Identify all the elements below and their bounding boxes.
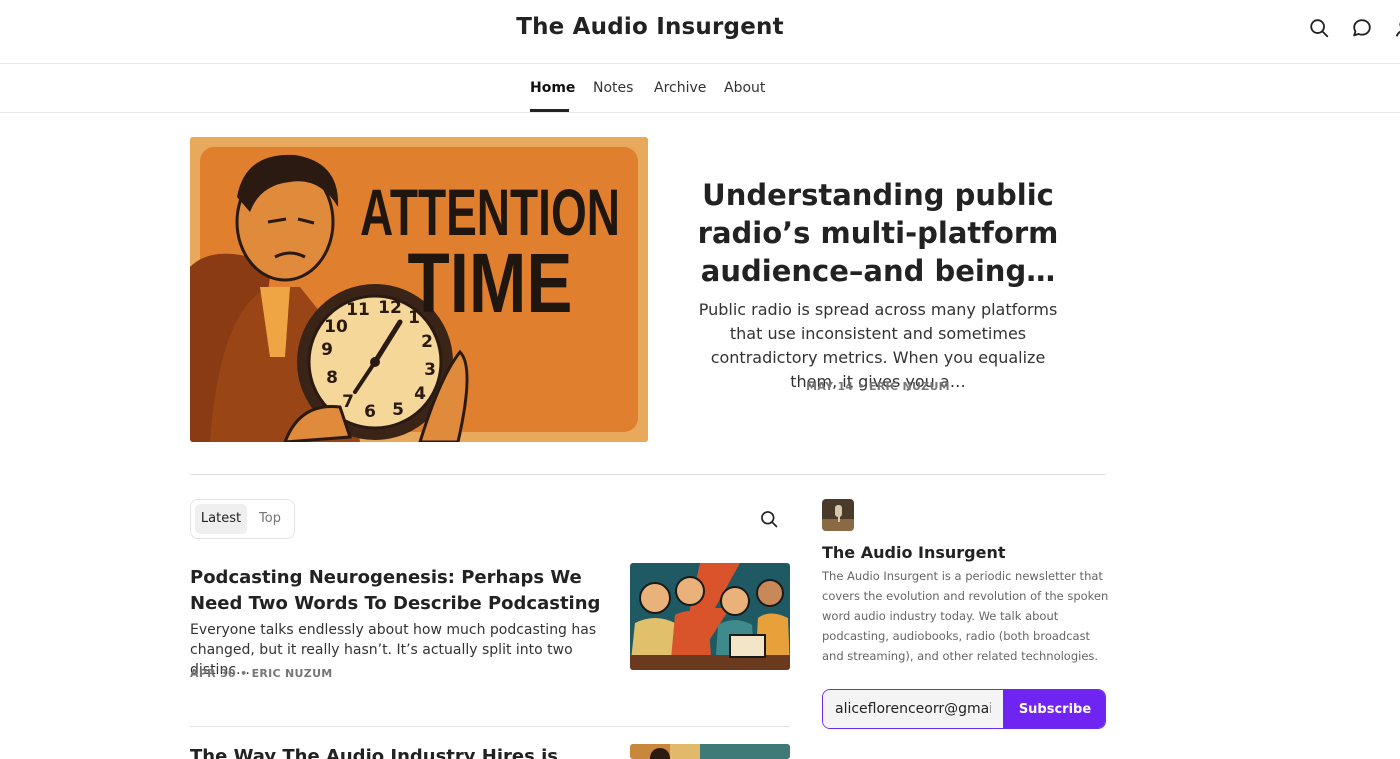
user-icon[interactable] <box>1393 17 1400 39</box>
svg-text:8: 8 <box>326 368 338 388</box>
svg-text:7: 7 <box>342 392 354 412</box>
nav-about[interactable]: About <box>724 80 765 96</box>
post-title[interactable]: Podcasting Neurogenesis: Perhaps We Need… <box>190 565 610 617</box>
site-header: The Audio Insurgent <box>0 0 1400 64</box>
tab-latest[interactable]: Latest <box>195 504 247 534</box>
post-title[interactable]: The Way The Audio Industry Hires is <box>190 744 610 759</box>
svg-text:9: 9 <box>321 340 333 360</box>
publication-logo[interactable] <box>822 499 854 531</box>
search-icon[interactable] <box>759 509 779 529</box>
subscribe-button[interactable]: Subscribe <box>1003 690 1105 728</box>
svg-text:6: 6 <box>364 402 376 422</box>
post-thumbnail[interactable] <box>630 744 790 759</box>
hero-title[interactable]: Understanding public radio’s multi-platf… <box>688 176 1068 290</box>
chat-icon[interactable] <box>1351 17 1373 39</box>
site-title[interactable]: The Audio Insurgent <box>0 14 1300 40</box>
svg-text:12: 12 <box>378 298 402 318</box>
hero-meta: MAY 14 • ERIC NUZUM <box>806 380 950 393</box>
nav-active-underline <box>530 109 569 112</box>
nav-notes[interactable]: Notes <box>593 80 633 96</box>
svg-text:3: 3 <box>424 360 436 380</box>
svg-text:11: 11 <box>346 300 370 320</box>
publication-name[interactable]: The Audio Insurgent <box>822 543 1006 562</box>
email-field[interactable] <box>823 690 1003 728</box>
search-icon[interactable] <box>1308 17 1330 39</box>
tab-top[interactable]: Top <box>249 504 291 534</box>
post-sort-tabs: Latest Top <box>190 499 295 539</box>
primary-nav: Home Notes Archive About <box>0 64 1400 113</box>
nav-archive[interactable]: Archive <box>654 80 706 96</box>
hero-image[interactable]: 12 1 2 3 4 5 6 7 8 9 10 11 ATTENTION TIME <box>190 137 648 442</box>
svg-text:4: 4 <box>414 384 426 404</box>
subscribe-form: Subscribe <box>822 689 1106 729</box>
svg-text:2: 2 <box>421 332 433 352</box>
post-meta: APR 30 • ERIC NUZUM <box>190 667 333 680</box>
post-divider <box>190 726 790 727</box>
hero-image-text-line2: TIME <box>408 236 573 330</box>
nav-home[interactable]: Home <box>530 80 575 96</box>
svg-text:10: 10 <box>324 317 348 337</box>
post-thumbnail[interactable] <box>630 563 790 670</box>
section-divider <box>190 474 1106 475</box>
svg-text:5: 5 <box>392 400 404 420</box>
publication-description: The Audio Insurgent is a periodic newsle… <box>822 569 1109 663</box>
